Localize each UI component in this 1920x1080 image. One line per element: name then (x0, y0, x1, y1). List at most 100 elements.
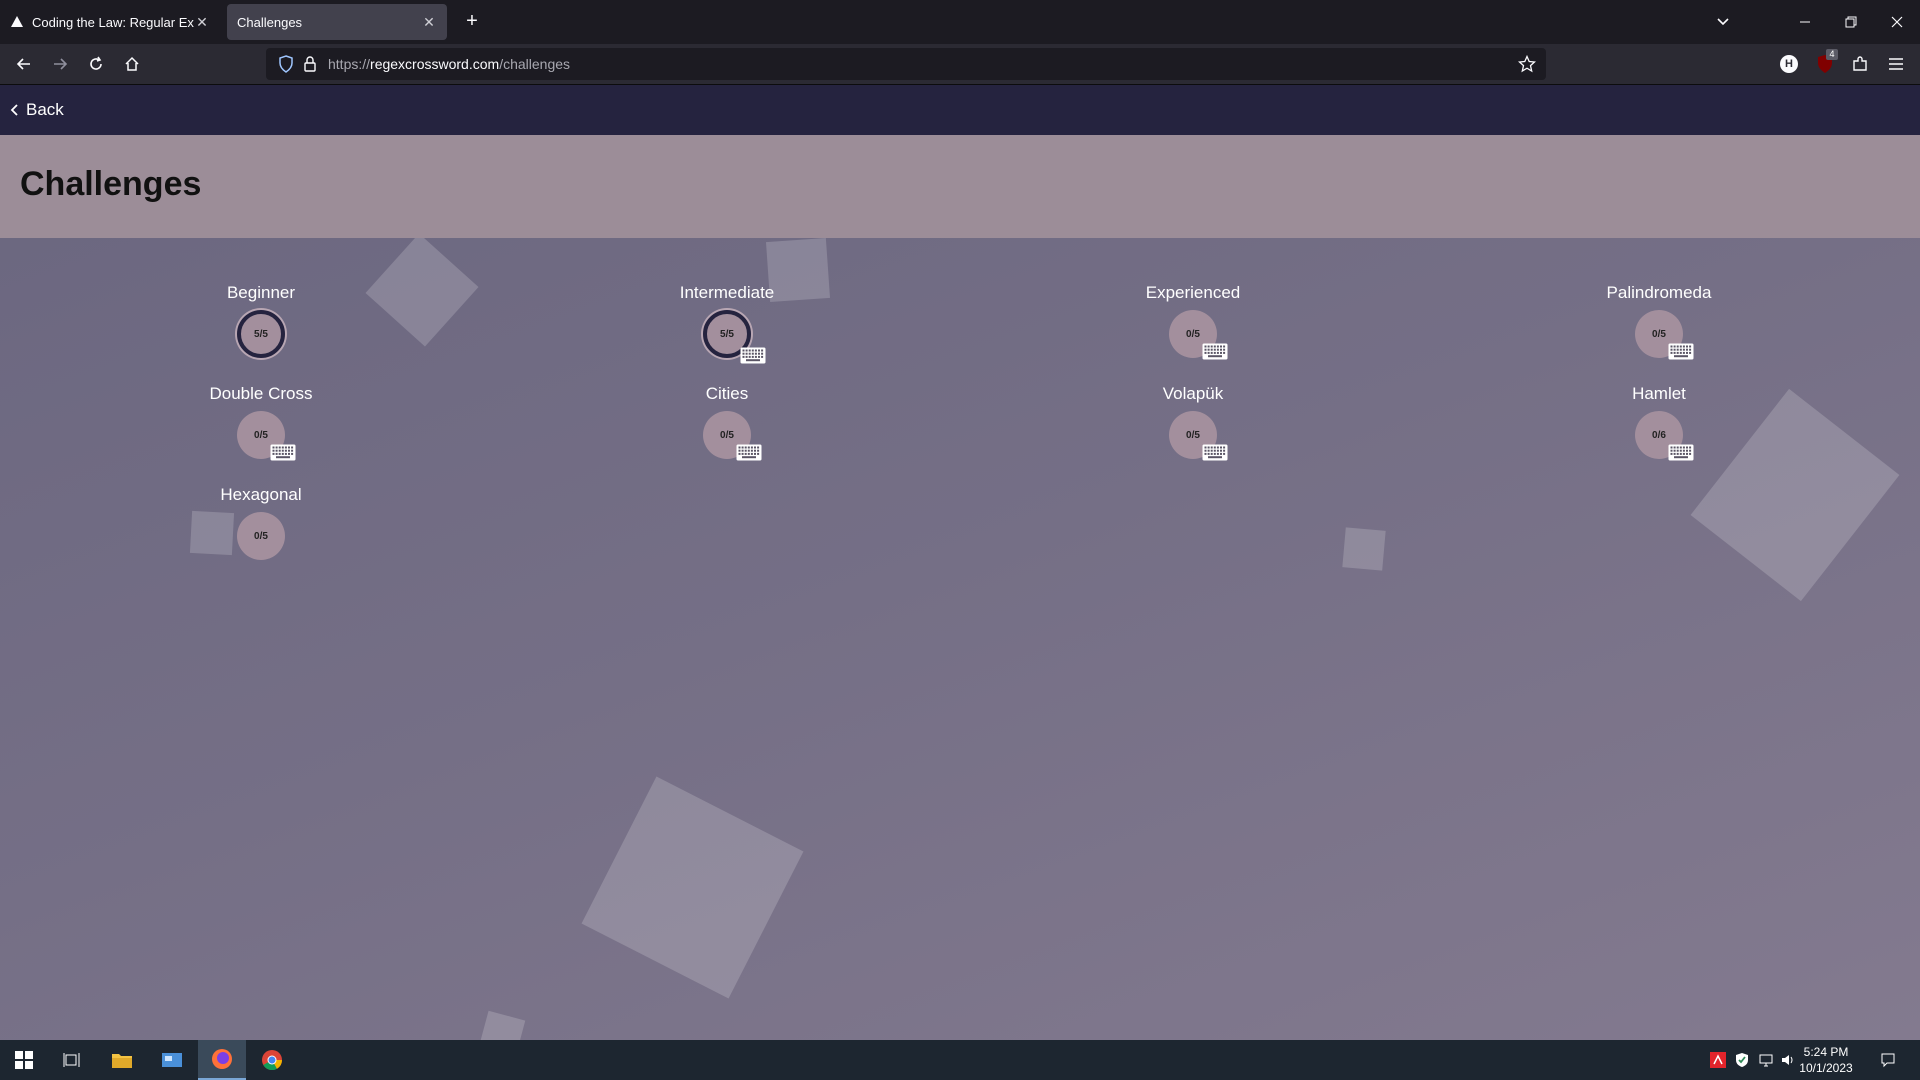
forward-button[interactable] (46, 50, 74, 78)
challenge-hexagonal[interactable]: Hexagonal 0/5 (111, 484, 411, 560)
challenge-progress-circle[interactable]: 5/5 (237, 310, 285, 358)
address-bar[interactable]: https://regexcrossword.com/challenges (266, 48, 1546, 80)
extensions-puzzle-icon[interactable] (1850, 54, 1870, 74)
back-link[interactable]: Back (10, 100, 64, 120)
reload-button[interactable] (82, 50, 110, 78)
start-button[interactable] (0, 1040, 48, 1080)
task-view-button[interactable] (48, 1040, 96, 1080)
challenge-progress-circle[interactable]: 0/5 (703, 411, 762, 461)
list-all-tabs-button[interactable] (1700, 0, 1746, 44)
extension-badge: 4 (1826, 49, 1838, 60)
lock-icon[interactable] (303, 55, 317, 73)
challenge-experienced[interactable]: Experienced 0/5 (1043, 282, 1343, 360)
bookmark-star-icon[interactable] (1518, 55, 1536, 73)
navigation-toolbar: https://regexcrossword.com/challenges H … (0, 44, 1920, 85)
site-favicon-icon (11, 16, 23, 27)
control-panel-icon (162, 1053, 182, 1067)
challenge-name[interactable]: Cities (577, 383, 877, 405)
close-icon (1891, 16, 1903, 28)
task-view-icon (63, 1053, 80, 1067)
close-window-button[interactable] (1874, 0, 1920, 44)
challenge-progress-circle[interactable]: 0/5 (237, 411, 296, 461)
challenge-progress: 0/6 (1652, 429, 1666, 441)
challenge-intermediate[interactable]: Intermediate 5/5 (577, 282, 877, 364)
challenge-name[interactable]: Hamlet (1509, 383, 1809, 405)
control-panel-button[interactable] (148, 1040, 196, 1080)
challenge-progress-circle[interactable]: 5/5 (703, 310, 766, 364)
system-clock[interactable]: 5:24 PM 10/1/2023 (1796, 1044, 1856, 1076)
restore-button[interactable] (1828, 0, 1874, 44)
extension-h-icon[interactable]: H (1780, 55, 1798, 73)
network-icon[interactable] (1758, 1052, 1774, 1068)
challenge-name[interactable]: Intermediate (577, 282, 877, 304)
keyboard-icon (740, 347, 766, 364)
volume-icon[interactable] (1780, 1052, 1796, 1068)
challenge-hamlet[interactable]: Hamlet 0/6 (1509, 383, 1809, 461)
amd-tray-icon[interactable] (1710, 1052, 1726, 1068)
back-link-label: Back (26, 100, 64, 119)
url-text[interactable]: https://regexcrossword.com/challenges (328, 56, 570, 72)
hamburger-menu-icon[interactable] (1886, 54, 1906, 74)
minimize-button[interactable] (1782, 0, 1828, 44)
challenge-name[interactable]: Double Cross (111, 383, 411, 405)
keyboard-icon (1202, 343, 1228, 360)
new-tab-button[interactable]: + (460, 10, 484, 34)
keyboard-icon (1668, 444, 1694, 461)
firefox-taskbar-button[interactable] (198, 1040, 246, 1080)
page-header: Challenges (0, 135, 1920, 238)
firefox-icon (212, 1049, 232, 1069)
tab-challenges[interactable]: Challenges ✕ (227, 4, 447, 40)
challenge-progress: 0/5 (720, 429, 734, 441)
challenge-name[interactable]: Volapük (1043, 383, 1343, 405)
challenge-progress-circle[interactable]: 0/5 (237, 512, 285, 560)
home-button[interactable] (118, 50, 146, 78)
chrome-icon (262, 1050, 283, 1071)
challenge-progress-circle[interactable]: 0/5 (1635, 310, 1694, 360)
arrow-right-icon (54, 58, 68, 70)
challenge-cities[interactable]: Cities 0/5 (577, 383, 877, 461)
decor-square (1342, 527, 1386, 571)
challenge-palindromeda[interactable]: Palindromeda 0/5 (1509, 282, 1809, 360)
tab-title: Coding the Law: Regular Expres (32, 14, 194, 30)
challenge-progress-circle[interactable]: 0/5 (1169, 411, 1228, 461)
clock-date: 10/1/2023 (1799, 1061, 1853, 1075)
folder-icon (112, 1054, 132, 1068)
tab-close-icon[interactable]: ✕ (421, 14, 437, 31)
shield-icon[interactable] (278, 55, 294, 73)
decor-square (581, 776, 804, 999)
url-scheme: https:// (328, 56, 371, 72)
challenge-name[interactable]: Palindromeda (1509, 282, 1809, 304)
minimize-icon (1800, 21, 1810, 23)
url-host: regexcrossword.com (370, 56, 500, 72)
back-button[interactable] (10, 50, 38, 78)
challenge-progress: 0/5 (254, 429, 268, 441)
url-path: /challenges (499, 56, 571, 72)
challenge-progress-circle[interactable]: 0/5 (1169, 310, 1228, 360)
keyboard-icon (270, 444, 296, 461)
notifications-icon[interactable] (1880, 1052, 1896, 1068)
challenge-beginner[interactable]: Beginner 5/5 (111, 282, 411, 358)
challenge-progress-circle[interactable]: 0/6 (1635, 411, 1694, 461)
reload-icon (90, 56, 102, 70)
challenge-name[interactable]: Experienced (1043, 282, 1343, 304)
challenge-name[interactable]: Hexagonal (111, 484, 411, 506)
challenge-progress: 0/5 (1652, 328, 1666, 340)
tab-title: Challenges (237, 14, 303, 30)
tab-close-icon[interactable]: ✕ (194, 14, 210, 31)
keyboard-icon (736, 444, 762, 461)
security-shield-icon[interactable] (1734, 1052, 1750, 1068)
decor-square (478, 1010, 526, 1040)
challenge-volap-k[interactable]: Volapük 0/5 (1043, 383, 1343, 461)
challenge-double-cross[interactable]: Double Cross 0/5 (111, 383, 411, 461)
chevron-down-icon (1717, 18, 1729, 26)
tab-coding-the-law[interactable]: Coding the Law: Regular Expres ✕ (0, 4, 220, 40)
file-explorer-button[interactable] (98, 1040, 146, 1080)
arrow-left-icon (16, 58, 30, 70)
windows-logo-icon (15, 1051, 33, 1069)
chrome-taskbar-button[interactable] (248, 1040, 296, 1080)
clock-time: 5:24 PM (1803, 1045, 1849, 1059)
challenge-name[interactable]: Beginner (111, 282, 411, 304)
chevron-left-icon (10, 104, 18, 116)
keyboard-icon (1668, 343, 1694, 360)
keyboard-icon (1202, 444, 1228, 461)
